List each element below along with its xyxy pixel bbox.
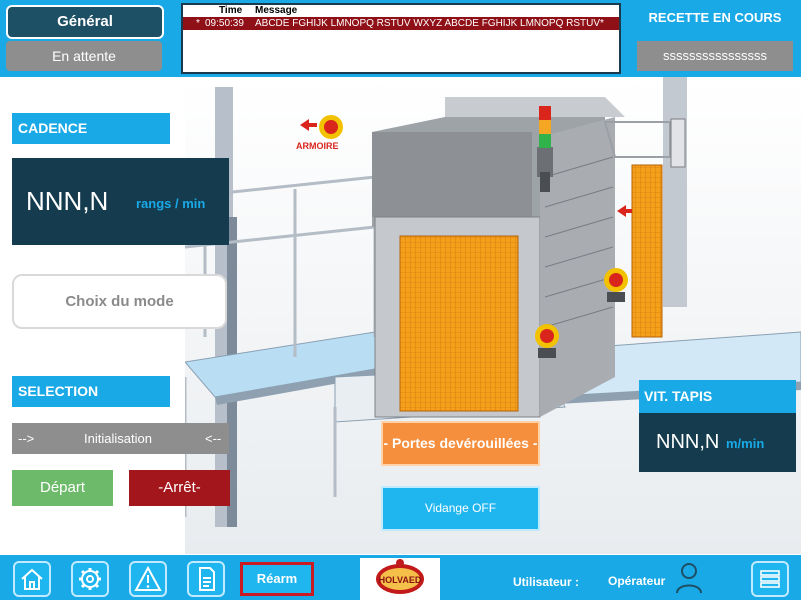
message-row[interactable]: * 09:50:39 ABCDE FGHIJK LMNOPQ RSTUV WXY… — [183, 17, 619, 30]
message-text: ABCDE FGHIJK LMNOPQ RSTUV WXYZ ABCDE FGH… — [255, 18, 604, 29]
brand-logo-graphic: HOLVAED — [376, 559, 424, 594]
user-icon[interactable] — [674, 561, 704, 595]
gear-icon — [79, 568, 101, 590]
tab-general[interactable]: Général — [6, 5, 164, 39]
depart-button[interactable]: Départ — [12, 470, 113, 506]
vit-tapis-unit: m/min — [726, 436, 765, 451]
init-text: Initialisation — [84, 431, 152, 446]
warning-icon — [134, 565, 162, 591]
user-name: Opérateur — [608, 574, 666, 588]
initialisation-selector[interactable]: --> Initialisation <-- — [12, 423, 229, 454]
rearm-button[interactable]: Réarm — [240, 562, 314, 596]
arret-button[interactable]: -Arrêt- — [129, 470, 230, 506]
document-icon — [199, 567, 215, 591]
user-label: Utilisateur : — [513, 575, 580, 589]
cadence-label: CADENCE — [12, 113, 170, 144]
vit-tapis-label: VIT. TAPIS — [639, 380, 796, 413]
document-button[interactable] — [187, 561, 225, 597]
home-button[interactable] — [13, 561, 51, 597]
init-left-arrow: --> — [18, 431, 35, 446]
message-panel[interactable]: Time Message * 09:50:39 ABCDE FGHIJK LMN… — [181, 3, 621, 74]
selection-label: SELECTION — [12, 376, 170, 407]
portes-button[interactable]: - Portes devérouillées - — [381, 421, 540, 466]
cadence-unit: rangs / min — [136, 196, 206, 211]
brand-logo: HOLVAED — [360, 558, 440, 600]
cadence-value: NNN,N — [26, 186, 109, 216]
alarm-button[interactable] — [129, 561, 167, 597]
init-right-arrow: <-- — [205, 431, 222, 446]
message-time: 09:50:39 — [205, 18, 244, 29]
settings-button[interactable] — [71, 561, 109, 597]
armoire-label: ARMOIRE — [296, 141, 339, 151]
vit-tapis-value: NNN,N — [656, 431, 720, 453]
message-column-header: Message — [255, 5, 298, 16]
recette-title: RECETTE EN COURS — [648, 10, 782, 25]
menu-icon — [760, 570, 780, 588]
message-header: Time Message — [183, 5, 619, 16]
machine-illustration — [185, 77, 801, 554]
message-flag: * — [196, 18, 200, 29]
mode-select-button[interactable]: Choix du mode — [12, 274, 227, 329]
home-icon — [21, 568, 43, 590]
time-column-header: Time — [219, 5, 243, 16]
recette-name-field[interactable]: ssssssssssssssss — [637, 41, 793, 71]
brand-logo-text: HOLVAED — [379, 575, 422, 585]
tab-en-attente[interactable]: En attente — [6, 41, 162, 71]
menu-button[interactable] — [751, 561, 789, 597]
vidange-button[interactable]: Vidange OFF — [381, 486, 540, 531]
